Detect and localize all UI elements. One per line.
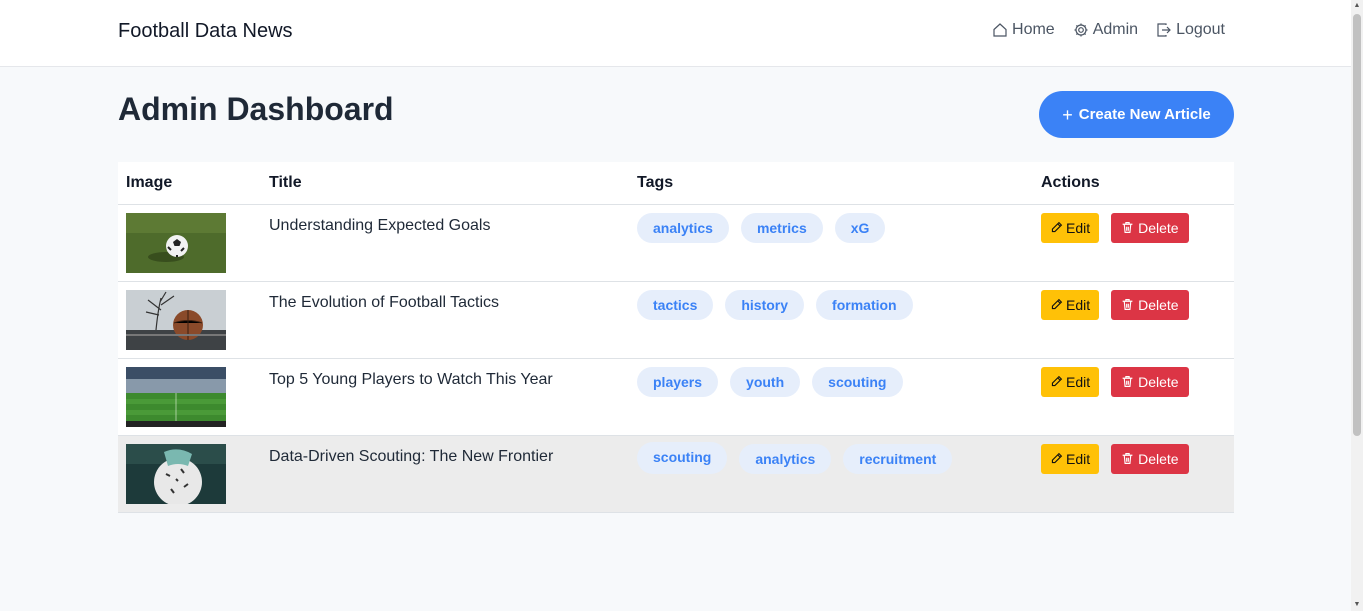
delete-button[interactable]: Delete <box>1111 366 1189 397</box>
pencil-icon <box>1051 221 1063 233</box>
edit-label: Edit <box>1066 450 1091 467</box>
nav-admin[interactable]: Admin <box>1073 21 1138 39</box>
article-title[interactable]: Data-Driven Scouting: The New Frontier <box>269 448 621 466</box>
title-cell: Understanding Expected Goals <box>261 204 629 282</box>
page-title: Admin Dashboard <box>118 91 394 127</box>
tag-badge: formation <box>816 289 913 320</box>
gear-icon <box>1074 23 1088 37</box>
actions-cell: Edit Delete <box>1033 281 1234 359</box>
tag-badge: history <box>725 289 805 320</box>
article-title[interactable]: Understanding Expected Goals <box>269 217 621 235</box>
tag-badge: recruitment <box>843 443 953 474</box>
header-image: Image <box>118 162 261 205</box>
nav-logout-label: Logout <box>1176 21 1225 38</box>
tags-cell: players youth scouting <box>629 358 1033 436</box>
article-thumbnail <box>126 443 226 504</box>
nav-logout[interactable]: Logout <box>1156 21 1225 39</box>
home-icon <box>993 23 1007 37</box>
article-thumbnail <box>126 289 226 350</box>
article-title[interactable]: Top 5 Young Players to Watch This Year <box>269 371 621 389</box>
edit-button[interactable]: Edit <box>1041 289 1100 320</box>
edit-label: Edit <box>1066 373 1091 390</box>
nav-home[interactable]: Home <box>992 21 1055 39</box>
navbar: Football Data News Home Admin Logout <box>0 0 1351 67</box>
table-row: Data-Driven Scouting: The New Frontier s… <box>118 435 1234 513</box>
tags-cell: scouting analytics recruitment <box>629 435 1033 513</box>
tag-badge: xG <box>834 212 886 243</box>
nav-home-label: Home <box>1012 21 1055 38</box>
trash-icon <box>1122 453 1133 464</box>
scroll-up-icon[interactable]: ▲ <box>1353 2 1361 10</box>
delete-label: Delete <box>1138 296 1179 313</box>
table-row: The Evolution of Football Tactics tactic… <box>118 281 1234 359</box>
pencil-icon <box>1051 298 1063 310</box>
delete-label: Delete <box>1138 219 1179 236</box>
trash-icon <box>1122 299 1133 310</box>
tag-badge: tactics <box>637 289 714 320</box>
title-cell: Top 5 Young Players to Watch This Year <box>261 358 629 436</box>
table-header-row: Image Title Tags Actions <box>118 162 1234 205</box>
vertical-scrollbar[interactable]: ▲ ▼ <box>1351 0 1363 611</box>
edit-button[interactable]: Edit <box>1041 212 1100 243</box>
edit-label: Edit <box>1066 296 1091 313</box>
table-row: Top 5 Young Players to Watch This Year p… <box>118 358 1234 436</box>
delete-label: Delete <box>1138 373 1179 390</box>
edit-button[interactable]: Edit <box>1041 443 1100 474</box>
image-cell <box>118 435 261 513</box>
tags-cell: analytics metrics xG <box>629 204 1033 282</box>
tag-badge: metrics <box>740 212 823 243</box>
nav-links: Home Admin Logout <box>992 21 1225 39</box>
header-actions: Actions <box>1033 162 1234 205</box>
header-title: Title <box>261 162 629 205</box>
edit-label: Edit <box>1066 219 1091 236</box>
article-thumbnail <box>126 366 226 427</box>
title-cell: Data-Driven Scouting: The New Frontier <box>261 435 629 513</box>
tag-badge: youth <box>730 366 801 397</box>
brand-logo[interactable]: Football Data News <box>118 20 293 43</box>
delete-button[interactable]: Delete <box>1111 443 1189 474</box>
actions-cell: Edit Delete <box>1033 435 1234 513</box>
logout-icon <box>1157 23 1171 37</box>
tag-badge: analytics <box>637 212 729 243</box>
create-article-button[interactable]: + Create New Article <box>1039 91 1234 138</box>
edit-button[interactable]: Edit <box>1041 366 1100 397</box>
pencil-icon <box>1051 452 1063 464</box>
header-tags: Tags <box>629 162 1033 205</box>
actions-cell: Edit Delete <box>1033 204 1234 282</box>
tag-badge: scouting <box>637 441 728 474</box>
create-article-label: Create New Article <box>1078 106 1211 123</box>
scroll-thumb[interactable] <box>1353 14 1361 436</box>
pencil-icon <box>1051 375 1063 387</box>
plus-icon: + <box>1062 104 1073 125</box>
actions-cell: Edit Delete <box>1033 358 1234 436</box>
trash-icon <box>1122 376 1133 387</box>
tag-badge: analytics <box>739 443 832 474</box>
trash-icon <box>1122 222 1133 233</box>
image-cell <box>118 358 261 436</box>
article-title[interactable]: The Evolution of Football Tactics <box>269 294 621 312</box>
tag-badge: scouting <box>812 366 903 397</box>
table-row: Understanding Expected Goals analytics m… <box>118 204 1234 282</box>
tags-cell: tactics history formation <box>629 281 1033 359</box>
scroll-down-icon[interactable]: ▼ <box>1353 601 1361 609</box>
delete-label: Delete <box>1138 450 1179 467</box>
image-cell <box>118 204 261 282</box>
article-thumbnail <box>126 212 226 273</box>
image-cell <box>118 281 261 359</box>
nav-admin-label: Admin <box>1092 21 1139 38</box>
tag-badge: players <box>637 366 719 397</box>
delete-button[interactable]: Delete <box>1111 289 1189 320</box>
title-cell: The Evolution of Football Tactics <box>261 281 629 359</box>
delete-button[interactable]: Delete <box>1111 212 1189 243</box>
articles-table: Image Title Tags Actions Understanding E… <box>118 162 1234 513</box>
